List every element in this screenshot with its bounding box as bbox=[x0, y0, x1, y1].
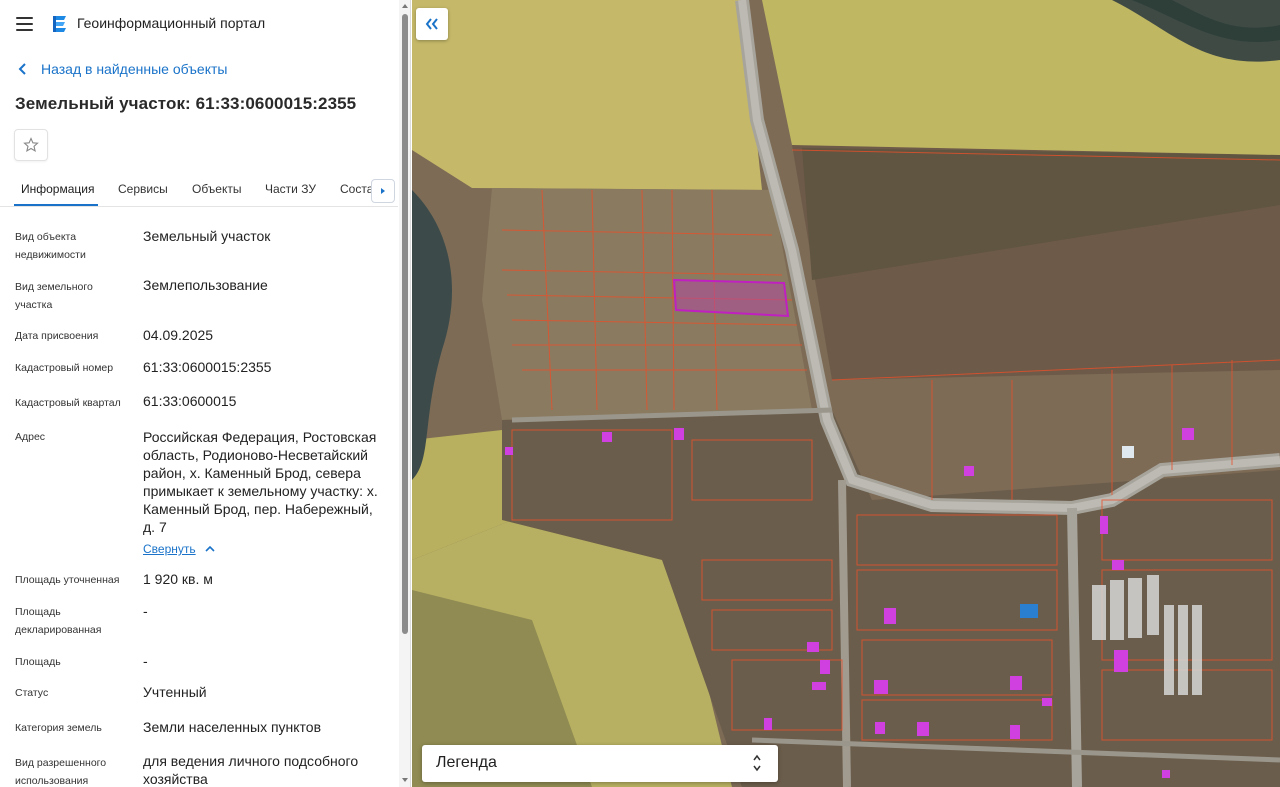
legend-dropdown[interactable]: Легенда bbox=[422, 745, 778, 782]
prop-label-land-kind: Вид земельного участка bbox=[15, 281, 93, 311]
prop-value-object-type: Земельный участок bbox=[143, 228, 271, 244]
caret-right-icon bbox=[381, 188, 385, 194]
prop-value-land-kind: Землепользование bbox=[143, 277, 268, 293]
prop-label-cadastral-number: Кадастровый номер bbox=[15, 362, 114, 374]
legend-label: Легенда bbox=[436, 754, 497, 771]
prop-label-date: Дата присвоения bbox=[15, 330, 99, 342]
prop-value-area: 1 920 кв. м bbox=[143, 571, 213, 587]
tab-bar: Информация Сервисы Объекты Части ЗУ Сост… bbox=[0, 172, 398, 207]
collapse-label: Свернуть bbox=[143, 542, 196, 556]
collapse-address-link[interactable]: Свернуть bbox=[143, 542, 216, 556]
panel-scrollbar[interactable] bbox=[399, 0, 410, 787]
prop-label-permitted-use: Вид разрешенного использования bbox=[15, 757, 107, 787]
prop-label-cadastral-quarter: Кадастровый квартал bbox=[15, 397, 121, 409]
prop-label-area2: Площадь bbox=[15, 656, 61, 668]
prop-label-address: Адрес bbox=[15, 431, 46, 443]
tab-composition[interactable]: Соста bbox=[340, 182, 373, 196]
prop-value-cadastral-number: 61:33:0600015:2355 bbox=[143, 359, 272, 375]
sort-arrows-icon bbox=[753, 754, 761, 772]
prop-value-land-category: Земли населенных пунктов bbox=[143, 719, 322, 735]
satellite-map-layer[interactable] bbox=[412, 0, 1280, 787]
prop-value-date: 04.09.2025 bbox=[143, 327, 214, 343]
active-tab-indicator bbox=[14, 204, 98, 206]
prop-label-object-type: Вид объекта недвижимости bbox=[15, 231, 86, 261]
favorite-button[interactable] bbox=[14, 129, 48, 161]
prop-value-area2: - bbox=[143, 653, 148, 669]
back-link-label: Назад в найденные объекты bbox=[41, 61, 228, 77]
app-title: Геоинформационный портал bbox=[77, 15, 266, 31]
prop-value-cadastral-quarter: 61:33:0600015 bbox=[143, 393, 237, 409]
chevron-left-icon bbox=[18, 63, 26, 75]
prop-label-area: Площадь уточненная bbox=[15, 574, 120, 586]
tabs-scroll-right-button[interactable] bbox=[371, 179, 395, 203]
collapse-panel-button[interactable] bbox=[416, 8, 448, 40]
scroll-down-arrow-icon[interactable] bbox=[401, 776, 409, 784]
tab-information[interactable]: Информация bbox=[21, 182, 94, 196]
prop-value-declared-area: - bbox=[143, 603, 148, 619]
app-header: Геоинформационный портал bbox=[0, 0, 410, 48]
back-to-results-link[interactable]: Назад в найденные объекты bbox=[18, 61, 227, 77]
prop-label-declared-area: Площадь декларированная bbox=[15, 606, 102, 636]
scroll-up-arrow-icon[interactable] bbox=[401, 2, 409, 10]
prop-value-address: Российская Федерация, Ростовская область… bbox=[143, 429, 378, 535]
menu-icon[interactable] bbox=[16, 17, 33, 31]
portal-logo bbox=[53, 16, 66, 32]
map-view[interactable] bbox=[412, 0, 1280, 787]
prop-label-land-category: Категория земель bbox=[15, 722, 102, 734]
star-icon bbox=[23, 137, 39, 153]
tab-objects[interactable]: Объекты bbox=[192, 182, 242, 196]
chevron-up-icon bbox=[205, 545, 215, 552]
object-info-panel: Геоинформационный портал Назад в найденн… bbox=[0, 0, 411, 787]
prop-label-status: Статус bbox=[15, 687, 49, 699]
double-chevron-left-icon bbox=[425, 18, 438, 30]
tab-parts[interactable]: Части ЗУ bbox=[265, 182, 316, 196]
scroll-thumb[interactable] bbox=[402, 14, 408, 634]
prop-value-permitted-use: для ведения личного подсобного хозяйства bbox=[143, 753, 359, 787]
tab-services[interactable]: Сервисы bbox=[118, 182, 168, 196]
prop-value-status: Учтенный bbox=[143, 684, 207, 700]
page-title: Земельный участок: 61:33:0600015:2355 bbox=[15, 94, 357, 113]
